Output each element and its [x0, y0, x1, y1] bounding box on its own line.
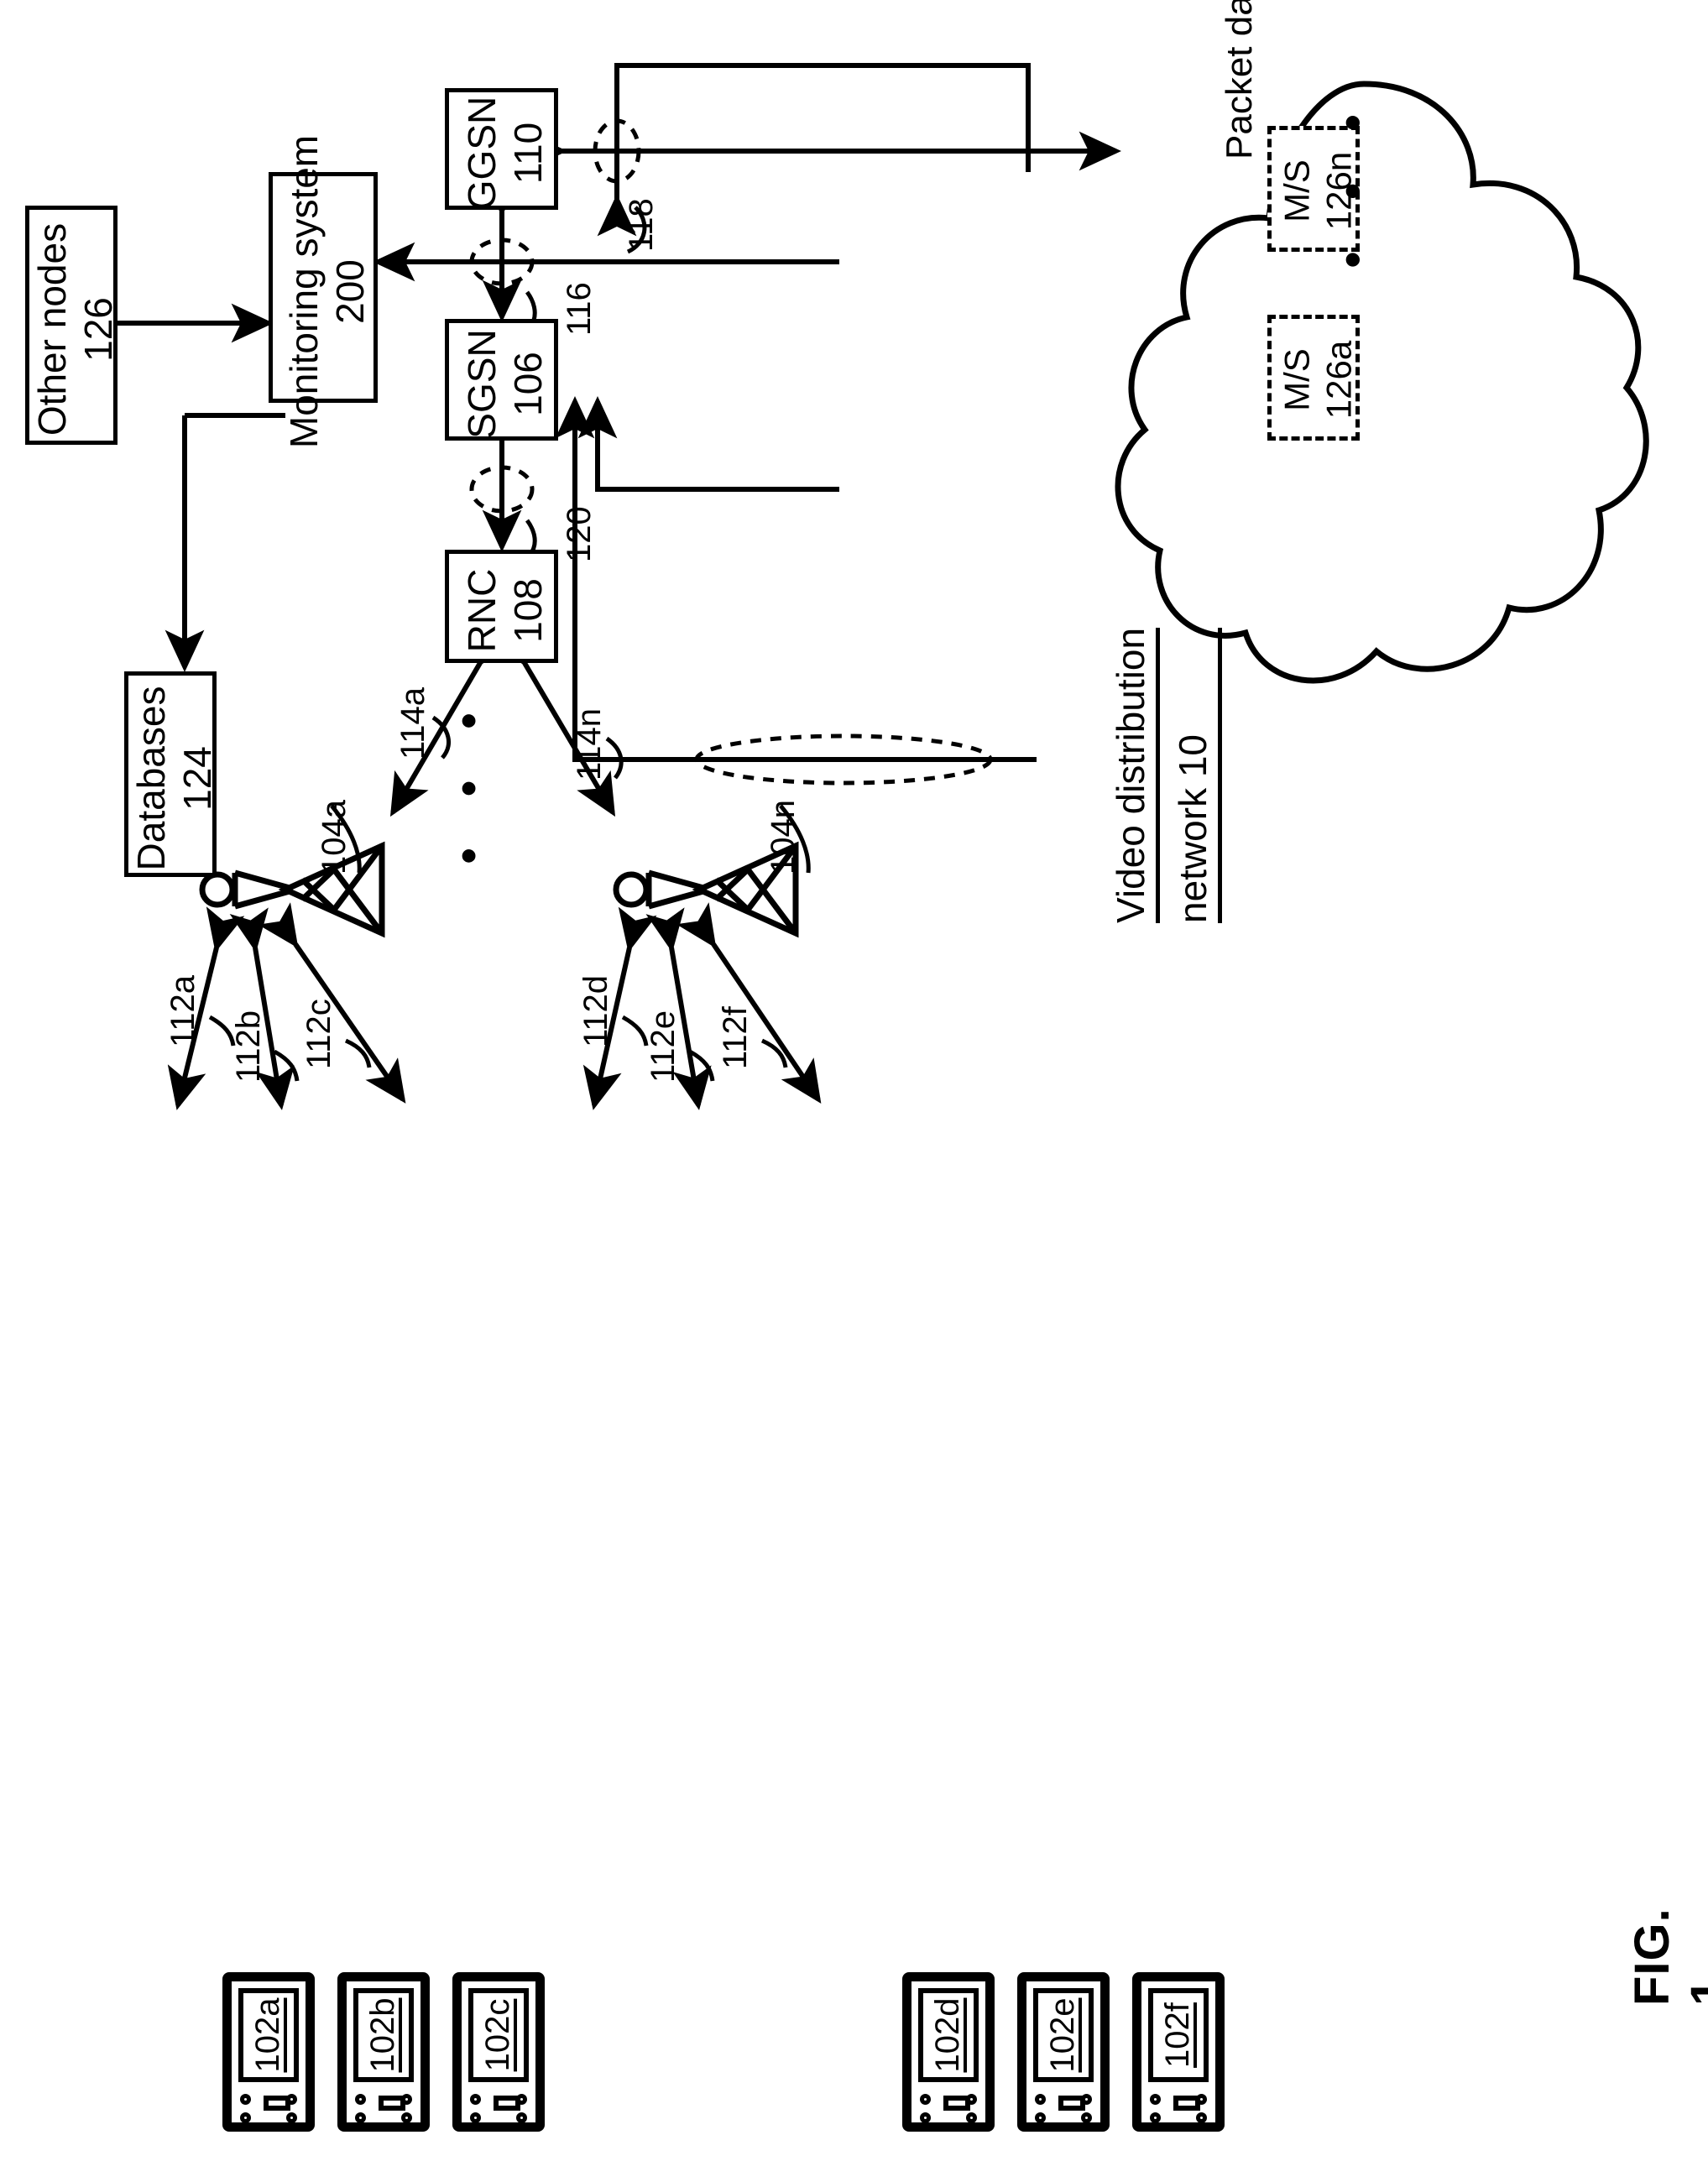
device-102d-label: 102d	[929, 1997, 967, 2073]
cloud-server-126a-name: M/S	[1277, 348, 1317, 411]
ref-112c: 112c	[300, 999, 337, 1069]
cloud-server-126a[interactable]: M/S 126a	[1267, 315, 1360, 441]
link-backhaul-tap-monitoring	[555, 396, 1037, 762]
device-102d[interactable]: 102d	[902, 1972, 995, 2132]
node-sgsn[interactable]: SGSN 106	[445, 319, 558, 441]
ref-112b: 112b	[230, 1010, 267, 1083]
device-102a-label: 102a	[249, 1997, 287, 2073]
ref-104a: 104a	[316, 800, 353, 874]
rnc-ref: 108	[505, 578, 550, 643]
device-keypad	[918, 2089, 979, 2123]
cloud-server-126a-ref: 126a	[1319, 340, 1358, 420]
rnc-name: RNC	[460, 568, 504, 653]
other-nodes-name: Other nodes	[30, 222, 75, 436]
patent-figure-1: Other nodes 126 Monitoring system 200 Da…	[0, 0, 1708, 2182]
ref-114n: 114n	[571, 707, 608, 780]
ggsn-ref: 110	[505, 122, 550, 185]
device-102e-label: 102e	[1044, 1997, 1082, 2073]
system-title-line2: network 10	[1170, 627, 1222, 923]
packet-data-network-cloud	[1115, 81, 1649, 684]
device-keypad	[1148, 2089, 1209, 2123]
device-keypad	[1033, 2089, 1094, 2123]
cloud-ellipsis: • • •	[1324, 95, 1381, 269]
ref-104n: 104n	[765, 800, 802, 874]
ggsn-name: GGSN	[460, 96, 504, 211]
ref-112d: 112d	[577, 974, 614, 1047]
ref-112a: 112a	[165, 974, 201, 1047]
ref-112f: 112f	[717, 1006, 754, 1069]
other-nodes-ref: 126	[76, 297, 120, 362]
ref-118: 118	[623, 198, 660, 252]
device-keypad	[468, 2089, 529, 2123]
cloud-server-126n-name: M/S	[1277, 159, 1317, 222]
device-102c[interactable]: 102c	[452, 1972, 545, 2132]
device-102a[interactable]: 102a	[222, 1972, 315, 2132]
device-keypad	[353, 2089, 414, 2123]
device-102f-label: 102f	[1159, 2002, 1197, 2068]
packet-data-network-label: Packet data network 111	[1219, 0, 1261, 159]
system-title: Video distribution network 10	[1108, 627, 1222, 923]
connector-layer	[80, 63, 1649, 1110]
leader-112d	[621, 1015, 649, 1047]
device-102b[interactable]: 102b	[337, 1972, 430, 2132]
databases-ref: 124	[175, 746, 219, 811]
ref-114a: 114a	[394, 686, 431, 760]
node-rnc[interactable]: RNC 108	[445, 550, 558, 663]
system-title-line1: Video distribution	[1108, 627, 1160, 923]
ref-120: 120	[561, 506, 598, 562]
monitoring-system-ref: 200	[327, 259, 372, 324]
figure-caption: FIG. 1	[1624, 1908, 1708, 2006]
node-other-nodes[interactable]: Other nodes 126	[25, 206, 120, 445]
link-tap118-monitoring	[597, 63, 1031, 237]
monitoring-system-name: Monitoring system	[282, 134, 326, 449]
device-102b-label: 102b	[364, 1997, 402, 2073]
ref-112e: 112e	[645, 1010, 682, 1083]
device-102e[interactable]: 102e	[1017, 1972, 1110, 2132]
device-102f[interactable]: 102f	[1132, 1972, 1225, 2132]
ref-116: 116	[561, 282, 598, 336]
node-monitoring-system[interactable]: Monitoring system 200	[269, 135, 378, 448]
link-tap120-monitoring	[577, 396, 839, 492]
tower-104a	[199, 841, 385, 938]
sgsn-name: SGSN	[460, 329, 504, 439]
device-keypad	[238, 2089, 299, 2123]
device-102c-label: 102c	[479, 1998, 517, 2072]
databases-name: Databases	[129, 686, 174, 871]
node-databases[interactable]: Databases 124	[124, 671, 219, 877]
sgsn-ref: 106	[505, 352, 550, 416]
node-ggsn[interactable]: GGSN 110	[445, 88, 558, 210]
tower-ellipsis: • • •	[441, 693, 496, 864]
